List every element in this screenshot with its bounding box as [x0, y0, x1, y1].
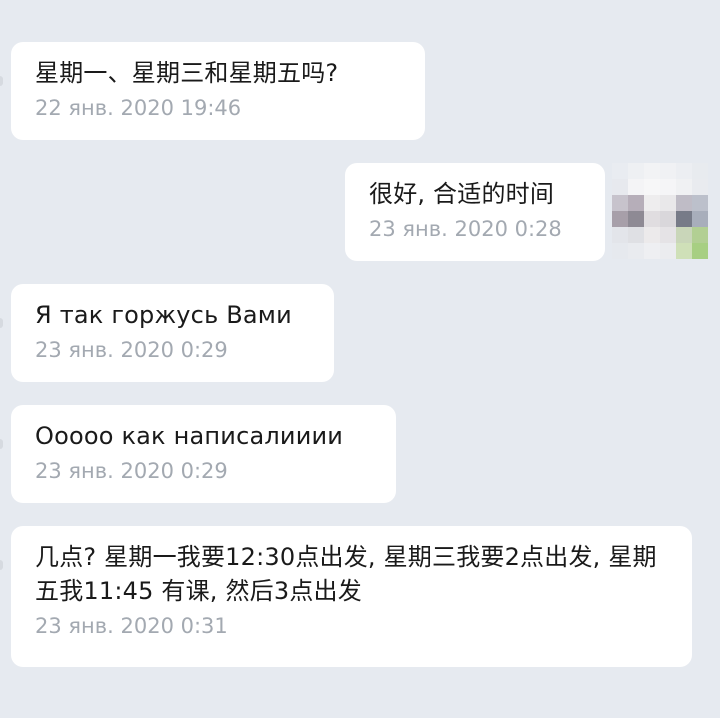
bubble-edge-marker: [0, 439, 3, 449]
message-bubble-outgoing[interactable]: 很好, 合适的时间 23 янв. 2020 0:28: [345, 163, 605, 261]
message-bubble-incoming[interactable]: 星期一、星期三和星期五吗? 22 янв. 2020 19:46: [11, 42, 425, 140]
user-avatar[interactable]: [612, 163, 708, 259]
message-timestamp: 23 янв. 2020 0:29: [35, 459, 228, 483]
message-text: 几点? 星期一我要12:30点出发, 星期三我要2点出发, 星期五我11:45 …: [35, 543, 657, 605]
message-timestamp: 22 янв. 2020 19:46: [35, 96, 242, 120]
bubble-edge-marker: [0, 560, 3, 570]
message-timestamp: 23 янв. 2020 0:28: [369, 217, 562, 241]
message-bubble-incoming[interactable]: 几点? 星期一我要12:30点出发, 星期三我要2点出发, 星期五我11:45 …: [11, 526, 692, 667]
message-text: 星期一、星期三和星期五吗?: [35, 59, 339, 87]
message-text: 很好, 合适的时间: [369, 180, 555, 208]
message-timestamp: 23 янв. 2020 0:31: [35, 614, 228, 638]
message-timestamp: 23 янв. 2020 0:29: [35, 338, 228, 362]
bubble-edge-marker: [0, 318, 3, 328]
message-text: Ооооо как написалииии: [35, 422, 344, 450]
message-text: Я так горжусь Вами: [35, 301, 292, 329]
message-bubble-incoming[interactable]: Я так горжусь Вами 23 янв. 2020 0:29: [11, 284, 334, 382]
message-bubble-incoming[interactable]: Ооооо как написалииии 23 янв. 2020 0:29: [11, 405, 396, 503]
bubble-edge-marker: [0, 76, 3, 86]
